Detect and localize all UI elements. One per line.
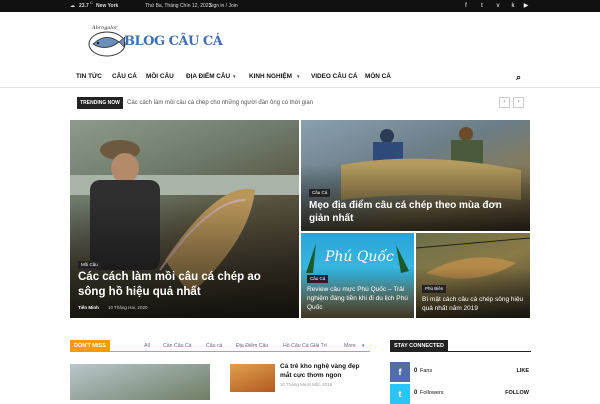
featured-post-4[interactable]: Phù Biên Bí mật cách câu cá chép sông hi… [416,233,530,318]
chevron-down-icon: ▾ [362,343,365,349]
featured-main-title[interactable]: Các cách làm mồi câu cá chép ao sông hồ … [78,270,290,300]
twitter-icon[interactable]: t [476,0,488,12]
facebook-row[interactable]: f 0 Fans LIKE [390,362,531,382]
featured-4-category[interactable]: Phù Biên [422,285,447,293]
main-nav: TIN TỨC CÂU CÁ MỒI CÂU ĐỊA ĐIỂM CÂU ▾ KI… [0,66,600,88]
facebook-like-button[interactable]: LIKE [516,368,529,374]
top-date: Thứ Ba, Tháng Chín 12, 2023 [145,3,212,9]
twitter-row[interactable]: t 0 Followers FOLLOW [390,384,531,404]
featured-post-3[interactable]: Phú Quốc Câu Cá Review câu mực Phú Quốc … [301,233,414,318]
dont-miss-post-date: 10 Tháng Mười Một, 2019 [280,382,333,387]
filter-more[interactable]: More [344,340,356,352]
stay-connected-header: STAY CONNECTED [390,340,531,352]
featured-3-category[interactable]: Câu Cá [307,275,329,283]
facebook-unit: Fans [420,368,433,374]
dont-miss-label: DON'T MISS [70,340,110,352]
weather-unit: C [90,0,93,5]
youtube-icon[interactable]: ▶ [520,0,532,12]
filter-cau-ca[interactable]: Câu cá [206,340,222,352]
sign-in-link[interactable]: Sign in / Join [209,0,238,12]
featured-post-2[interactable]: Câu Cá Mẹo địa điểm câu cá chép theo mùa… [301,120,530,231]
dont-miss-thumb[interactable] [230,364,275,392]
site-logo[interactable]: Abrogalor BLOG CÂU CÁ [88,22,223,64]
featured-main-category[interactable]: Mồi Câu [78,261,101,269]
facebook-icon[interactable]: f [460,0,472,12]
featured-2-category[interactable]: Câu Cá [309,189,331,197]
twitter-count: 0 [414,390,418,396]
featured-3-title[interactable]: Review câu mực Phú Quốc – Trải nghiệm đá… [307,285,411,312]
weather-temp: 23.7 [79,3,89,9]
logo-script-text: Abrogalor [92,25,118,31]
nav-dia-diem-cau[interactable]: ĐỊA ĐIỂM CÂU [186,66,230,88]
search-icon[interactable]: ⌕ [516,66,521,88]
top-bar: ☁ 23.7 C New York Thứ Ba, Tháng Chín 12,… [0,0,600,12]
vk-icon[interactable]: k [507,0,519,12]
filter-ho-cau-ca[interactable]: Hồ Câu Cá Giải Trí [283,340,327,352]
nav-kinh-nghiem[interactable]: KINH NGHIỆM [249,66,292,88]
featured-post-main[interactable]: Mồi Câu Các cách làm mồi câu cá chép ao … [70,120,299,318]
featured-main-author[interactable]: Tiến Minh [78,305,99,310]
stay-connected-label: STAY CONNECTED [390,340,449,352]
featured-3-overlay-text: Phú Quốc [325,249,394,265]
dont-miss-header: DON'T MISS All Cần Câu Cá Câu cá Địa Điể… [70,340,370,352]
twitter-follow-button[interactable]: FOLLOW [505,390,529,396]
chevron-down-icon: ▾ [233,74,236,80]
weather-icon: ☁ [70,3,75,9]
prev-arrow-icon[interactable]: ‹ [499,97,510,108]
nav-moi-cau[interactable]: MỒI CÂU [146,66,174,88]
featured-2-title[interactable]: Mẹo địa điểm câu cá chép theo mùa đơn gi… [309,199,519,225]
nav-mon-ca[interactable]: MÓN CÁ [365,66,391,88]
logo-text: BLOG CÂU CÁ [124,34,223,49]
next-arrow-icon[interactable]: › [513,97,524,108]
chevron-down-icon: ▾ [297,74,300,80]
dont-miss-post-title[interactable]: Cá trê kho nghệ vàng đẹp mắt cực thơm ng… [280,362,370,380]
nav-tin-tuc[interactable]: TIN TỨC [76,66,102,88]
featured-main-date: 10 Tháng Hai, 2020 [108,305,148,310]
twitter-unit: Followers [420,390,444,396]
trending-label: TRENDING NOW [77,97,123,109]
trending-bar: TRENDING NOW Các cách làm mồi câu cá ché… [77,97,527,109]
weather-city[interactable]: New York [96,0,118,12]
nav-cau-ca[interactable]: CÂU CÁ [112,66,137,88]
filter-all[interactable]: All [144,340,150,352]
filter-dia-diem-cau[interactable]: Địa Điểm Câu [236,340,268,352]
facebook-icon[interactable]: f [390,362,410,382]
filter-can-cau-ca[interactable]: Cần Câu Cá [163,340,192,352]
facebook-count: 0 [414,368,418,374]
trending-text[interactable]: Các cách làm mồi câu cá chép cho những n… [127,97,313,109]
nav-video-cau-ca[interactable]: VIDEO CÂU CÁ [311,66,358,88]
vimeo-icon[interactable]: v [492,0,504,12]
featured-4-title[interactable]: Bí mật cách câu cá chép sông hiệu quả nh… [422,295,528,313]
twitter-icon[interactable]: t [390,384,410,404]
featured-main-overlay [70,199,299,318]
dont-miss-main-image[interactable] [70,364,210,400]
